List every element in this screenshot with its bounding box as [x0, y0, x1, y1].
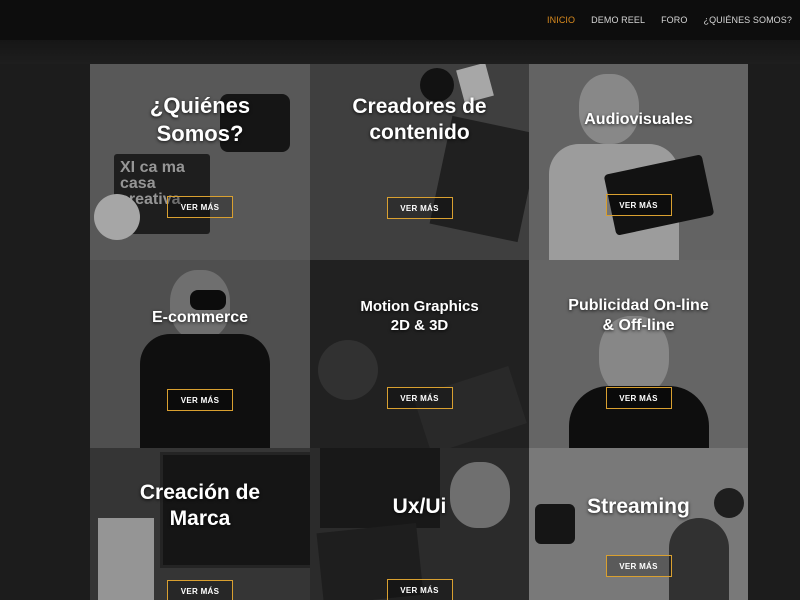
ver-mas-button[interactable]: VER MÁS — [605, 194, 672, 216]
tile-title: Creación de Marca — [139, 481, 261, 531]
ver-mas-button[interactable]: VER MÁS — [167, 580, 233, 600]
header-shadow-band — [0, 40, 800, 64]
tile-ux-ui[interactable]: Ux/Ui VER MÁS — [310, 448, 529, 600]
tile-title: Audiovisuales — [584, 111, 693, 128]
nav-inicio[interactable]: INICIO — [539, 15, 583, 25]
tile-title: Streaming — [587, 495, 690, 518]
tile-publicidad[interactable]: Publicidad On-line & Off-line VER MÁS — [529, 260, 748, 448]
tile-streaming[interactable]: Streaming VER MÁS — [529, 448, 748, 600]
tile-ecommerce[interactable]: E-commerce VER MÁS — [90, 260, 310, 448]
tile-motion-graphics[interactable]: Motion Graphics 2D & 3D VER MÁS — [310, 260, 529, 448]
tile-creacion-marca[interactable]: Creación de Marca VER MÁS — [90, 448, 310, 600]
nav-demo-reel[interactable]: DEMO REEL — [583, 15, 653, 25]
tile-audiovisuales[interactable]: Audiovisuales VER MÁS — [529, 64, 748, 260]
nav-quienes-somos[interactable]: ¿QUIÉNES SOMOS? — [695, 15, 800, 25]
tile-title: Creadores de contenido — [352, 95, 487, 145]
ver-mas-button[interactable]: VER MÁS — [386, 579, 453, 600]
main-nav: INICIO DEMO REEL FORO ¿QUIÉNES SOMOS? — [539, 0, 800, 40]
ver-mas-button[interactable]: VER MÁS — [167, 389, 233, 411]
tile-creadores-contenido[interactable]: Creadores de contenido VER MÁS — [310, 64, 529, 260]
ver-mas-button[interactable]: VER MÁS — [386, 387, 453, 409]
tile-title: ¿Quiénes Somos? — [149, 93, 251, 146]
ver-mas-button[interactable]: VER MÁS — [167, 196, 233, 218]
tile-quienes-somos[interactable]: XI ca ma casa creativa ¿Quiénes Somos? VE… — [90, 64, 310, 260]
nav-foro[interactable]: FORO — [653, 15, 695, 25]
tile-title: Ux/Ui — [392, 495, 447, 518]
tile-title: E-commerce — [151, 309, 249, 326]
tile-title: Publicidad On-line & Off-line — [568, 297, 709, 334]
services-grid: XI ca ma casa creativa ¿Quiénes Somos? VE… — [90, 64, 748, 600]
ver-mas-button[interactable]: VER MÁS — [605, 387, 672, 409]
ver-mas-button[interactable]: VER MÁS — [386, 197, 453, 219]
ver-mas-button[interactable]: VER MÁS — [605, 555, 672, 577]
top-nav-bar: INICIO DEMO REEL FORO ¿QUIÉNES SOMOS? — [0, 0, 800, 40]
tile-title: Motion Graphics 2D & 3D — [360, 298, 479, 334]
